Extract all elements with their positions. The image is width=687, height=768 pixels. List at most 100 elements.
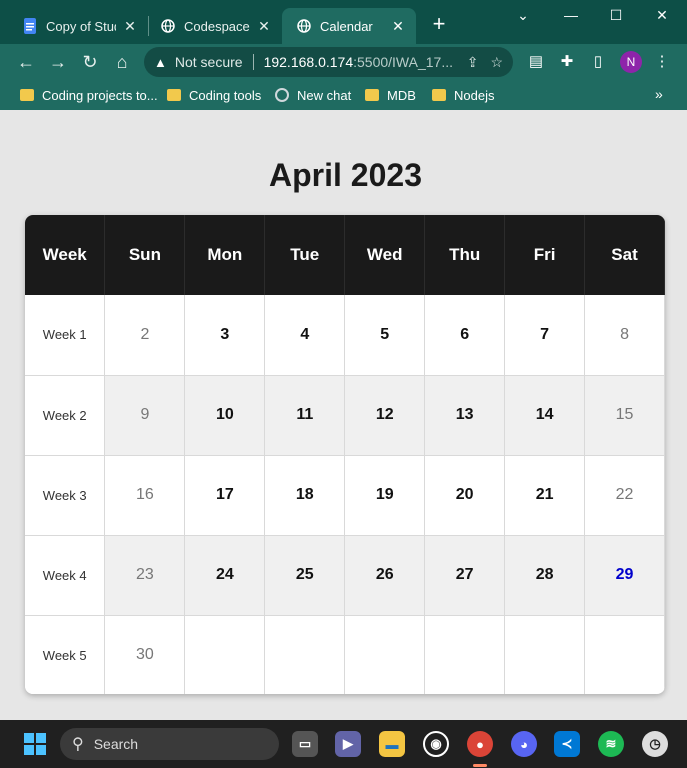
extensions-icon[interactable]: ✚ (557, 52, 577, 72)
globe-icon (296, 18, 312, 34)
day-cell: 25 (264, 535, 346, 616)
day-cell: 13 (424, 375, 506, 456)
day-cell: 6 (424, 295, 506, 376)
header-sat: Sat (584, 215, 665, 295)
teams-icon[interactable]: ▶ (335, 731, 361, 757)
bookmark-star-icon[interactable]: ☆ (490, 54, 503, 71)
week-row: Week 4 23 24 25 26 27 28 29 (25, 535, 665, 616)
day-cell: 8 (584, 295, 665, 376)
week-row: Week 5 30 (25, 615, 665, 694)
header-week: Week (25, 215, 106, 295)
week-label: Week 3 (25, 455, 106, 536)
chrome-icon[interactable]: ● (467, 731, 493, 757)
bookmark-new-chat[interactable]: New chat (275, 85, 351, 105)
new-tab-button[interactable]: + (428, 13, 450, 36)
address-divider (252, 54, 254, 70)
day-cell: 11 (264, 375, 346, 456)
clock-icon[interactable]: ◷ (642, 731, 668, 757)
day-cell: 18 (264, 455, 346, 536)
bookmark-label: Nodejs (454, 87, 495, 103)
tab-title: Copy of Stude (46, 18, 116, 34)
day-cell: 5 (344, 295, 426, 376)
page-title: April 2023 (269, 157, 422, 193)
chevron-down-icon[interactable]: ⌄ (500, 4, 546, 26)
day-cell: 7 (504, 295, 586, 376)
day-cell: 24 (184, 535, 266, 616)
tab-codespace[interactable]: Codespace Lis ✕ (146, 8, 282, 44)
tab-calendar[interactable]: Calendar ✕ (282, 8, 416, 44)
day-cell (424, 615, 506, 694)
day-cell: 10 (184, 375, 266, 456)
day-cell: 26 (344, 535, 426, 616)
bookmark-mdb[interactable]: MDB (365, 85, 416, 105)
header-wed: Wed (344, 215, 426, 295)
header-thu: Thu (424, 215, 506, 295)
close-window-icon[interactable]: ✕ (639, 4, 685, 26)
day-cell: 16 (104, 455, 186, 536)
clipboard-icon[interactable]: ▤ (526, 52, 546, 72)
day-cell: 28 (504, 535, 586, 616)
search-label: Search (93, 736, 139, 752)
browser-window: Copy of Stude ✕ Codespace Lis ✕ Calendar… (0, 0, 687, 720)
windows-start-icon[interactable] (24, 733, 46, 755)
calendar-header-row: Week Sun Mon Tue Wed Thu Fri Sat (25, 215, 665, 295)
header-sun: Sun (104, 215, 186, 295)
bookmark-coding-tools[interactable]: Coding tools (167, 85, 261, 105)
taskbar: ⚲ Search ▭ ▶ ▬ ◉ ● ◕ ≺ ≋ ◷ (0, 720, 687, 768)
side-panel-icon[interactable]: ▯ (588, 52, 608, 72)
week-label: Week 5 (25, 615, 106, 694)
day-cell: 22 (584, 455, 665, 536)
taskbar-search[interactable]: ⚲ Search (60, 728, 279, 760)
github-icon[interactable]: ◉ (423, 731, 449, 757)
reload-icon[interactable]: ↻ (78, 50, 102, 74)
folder-icon (432, 89, 446, 101)
day-cell: 4 (264, 295, 346, 376)
security-label[interactable]: Not secure (175, 54, 243, 70)
header-mon: Mon (184, 215, 266, 295)
profile-avatar[interactable]: N (620, 51, 642, 73)
url-path: :5500/IWA_17... (353, 54, 453, 70)
day-cell: 15 (584, 375, 665, 456)
day-cell (344, 615, 426, 694)
close-tab-icon[interactable]: ✕ (256, 18, 272, 34)
task-view-icon[interactable]: ▭ (292, 731, 318, 757)
more-bookmarks-button[interactable]: » (655, 86, 663, 102)
day-cell: 14 (504, 375, 586, 456)
day-cell: 19 (344, 455, 426, 536)
bookmark-label: MDB (387, 87, 416, 103)
day-cell: 27 (424, 535, 506, 616)
url-host: 192.168.0.174 (263, 54, 354, 70)
day-cell: 9 (104, 375, 186, 456)
day-cell (184, 615, 266, 694)
today-cell: 29 (584, 535, 665, 616)
menu-icon[interactable]: ⋮ (652, 52, 672, 72)
forward-icon[interactable]: → (46, 50, 70, 74)
address-bar[interactable]: ▲ Not secure 192.168.0.174:5500/IWA_17..… (144, 47, 513, 77)
day-cell: 20 (424, 455, 506, 536)
warning-icon[interactable]: ▲ (154, 55, 167, 70)
openai-icon (275, 88, 289, 102)
maximize-icon[interactable]: ☐ (593, 4, 639, 26)
bookmark-label: Coding tools (189, 87, 262, 103)
file-explorer-icon[interactable]: ▬ (379, 731, 405, 757)
share-icon[interactable]: ⇪ (467, 54, 479, 71)
vscode-icon[interactable]: ≺ (554, 731, 580, 757)
week-row: Week 2 9 10 11 12 13 14 15 (25, 375, 665, 456)
globe-icon (160, 18, 176, 34)
url-text[interactable]: 192.168.0.174:5500/IWA_17... (264, 54, 455, 70)
home-icon[interactable]: ⌂ (110, 50, 134, 74)
day-cell: 3 (184, 295, 266, 376)
back-icon[interactable]: ← (14, 50, 38, 74)
tab-copy-of-student[interactable]: Copy of Stude ✕ (8, 8, 148, 44)
minimize-icon[interactable]: — (548, 4, 594, 26)
bookmarks-bar: Coding projects to... Coding tools New c… (0, 80, 687, 110)
folder-icon (167, 89, 181, 101)
close-tab-icon[interactable]: ✕ (122, 18, 138, 34)
close-tab-icon[interactable]: ✕ (390, 18, 406, 34)
bookmark-coding-projects[interactable]: Coding projects to... (20, 85, 158, 105)
spotify-icon[interactable]: ≋ (598, 731, 624, 757)
discord-icon[interactable]: ◕ (511, 731, 537, 757)
day-cell (584, 615, 665, 694)
bookmark-nodejs[interactable]: Nodejs (432, 85, 494, 105)
day-cell (504, 615, 586, 694)
